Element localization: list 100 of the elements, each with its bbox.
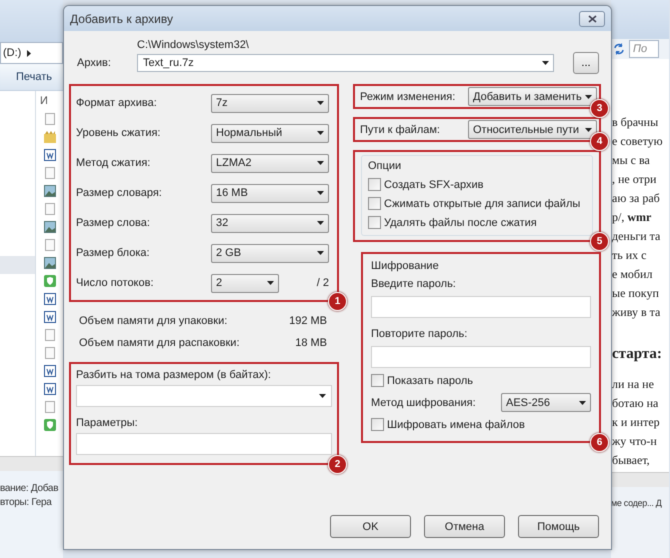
caret-icon <box>317 101 324 105</box>
field-label: Архив: <box>77 57 112 69</box>
document-icon <box>44 365 56 377</box>
dropdown[interactable]: 7z <box>211 94 329 112</box>
caret-icon <box>317 161 324 165</box>
paragraph-text: деньги та <box>612 228 662 245</box>
scrollbar[interactable] <box>0 456 63 471</box>
password-field[interactable] <box>371 296 591 318</box>
shield-icon <box>44 419 56 431</box>
field-label: Параметры: <box>76 417 139 429</box>
nav-item[interactable] <box>0 256 35 274</box>
file-icon <box>44 347 56 359</box>
thread-count: / 2 <box>316 277 329 289</box>
file-icon <box>44 239 56 251</box>
paragraph-text: ли на не <box>612 376 655 393</box>
password-field[interactable] <box>371 346 591 368</box>
paragraph-text: ть их с <box>612 248 648 264</box>
paragraph-text: бывает, <box>612 452 651 469</box>
caret-icon <box>542 61 549 65</box>
window-title: Добавить к архиву <box>70 12 173 26</box>
dropdown[interactable]: Добавить и заменить <box>468 87 597 106</box>
volume-size-field[interactable] <box>76 385 332 407</box>
field-label: Введите пароль: <box>371 278 457 290</box>
field-label: Пути к файлам: <box>360 124 441 136</box>
file-icon <box>44 113 56 125</box>
file-icon <box>44 329 56 341</box>
document-icon <box>44 311 56 323</box>
caret-icon <box>317 191 324 195</box>
callout-number: 2 <box>328 455 347 474</box>
field-label: Метод шифрования: <box>371 396 477 408</box>
scrollbar[interactable] <box>612 472 669 487</box>
dialog-button[interactable]: OK <box>330 515 411 538</box>
paragraph-text: мы с ва <box>612 152 651 169</box>
heading-text: старта: <box>612 346 663 364</box>
paragraph-text: ые покуп <box>612 286 660 302</box>
column-header[interactable]: И <box>36 95 48 107</box>
callout-number: 1 <box>328 292 347 311</box>
dropdown[interactable]: 2 GB <box>211 244 329 262</box>
caret-icon <box>579 400 586 404</box>
details-text: вторы: Гера <box>0 497 53 508</box>
checkbox[interactable]: Шифровать имена файлов <box>371 418 591 431</box>
image-icon <box>44 257 56 269</box>
caret-icon <box>319 394 326 398</box>
file-icon <box>44 167 56 179</box>
dropdown[interactable]: AES-256 <box>501 393 591 412</box>
archive-name-field[interactable]: Text_ru.7z <box>137 54 554 72</box>
parameters-field[interactable] <box>76 433 332 455</box>
group-title: Опции <box>368 160 402 172</box>
paragraph-text: е мобил <box>612 266 654 283</box>
image-icon <box>44 185 56 197</box>
field-label: Размер блока: <box>76 247 151 259</box>
chevron-icon <box>27 50 32 56</box>
checkbox[interactable]: Удалять файлы после сжатия <box>368 216 586 229</box>
document-icon <box>44 293 56 305</box>
callout-number: 5 <box>590 232 609 251</box>
checkbox[interactable]: Сжимать открытые для записи файлы <box>368 197 586 210</box>
field-label: Размер слова: <box>76 217 151 229</box>
paragraph-text: в брачны <box>612 114 660 131</box>
dropdown[interactable]: Относительные пути <box>468 120 597 139</box>
refresh-icon[interactable] <box>612 42 626 56</box>
field-label: Размер словаря: <box>76 187 163 199</box>
memory-label: Объем памяти для упаковки: <box>79 315 228 327</box>
package-icon <box>44 131 56 143</box>
dropdown[interactable]: 16 MB <box>211 184 329 202</box>
details-text: вание: Добав <box>0 483 60 494</box>
window-header <box>0 0 63 42</box>
file-icon <box>44 203 56 215</box>
dropdown[interactable]: LZMA2 <box>211 154 329 172</box>
field-label: Уровень сжатия: <box>76 127 162 139</box>
paragraph-text: жу что-н <box>612 434 658 450</box>
paragraph-text: е советую <box>612 134 664 150</box>
image-icon <box>44 221 56 233</box>
memory-value: 192 MB <box>289 315 327 327</box>
shield-icon <box>44 275 56 287</box>
dropdown[interactable]: 2 <box>211 274 279 292</box>
dropdown[interactable]: 32 <box>211 214 329 232</box>
field-label: Повторите пароль: <box>371 328 468 340</box>
caret-icon <box>317 221 324 225</box>
search-field[interactable]: По <box>629 40 659 58</box>
document-icon <box>44 149 56 161</box>
close-icon <box>588 14 596 22</box>
caret-icon <box>585 128 592 132</box>
paragraph-text: аю за раб <box>612 190 661 207</box>
document-icon <box>44 383 56 395</box>
field-label: Формат архива: <box>76 97 158 109</box>
dialog-button[interactable]: Помощь <box>518 515 599 538</box>
dropdown[interactable]: Нормальный <box>211 124 329 142</box>
field-label: Разбить на тома размером (в байтах): <box>76 369 272 381</box>
close-button[interactable] <box>579 10 605 26</box>
paragraph-text: ботаю на <box>612 396 660 412</box>
callout-number: 4 <box>590 132 609 151</box>
dialog-button[interactable]: Отмена <box>424 515 505 538</box>
caret-icon <box>317 251 324 255</box>
checkbox[interactable]: Показать пароль <box>371 374 591 387</box>
browse-button[interactable]: ... <box>573 52 599 74</box>
path-text: C:\Windows\system32\ <box>137 39 250 51</box>
caret-icon <box>585 94 592 98</box>
address-bar[interactable]: (D:) <box>0 42 63 64</box>
checkbox[interactable]: Создать SFX-архив <box>368 178 586 191</box>
paragraph-text: р/, wmr <box>612 210 652 226</box>
